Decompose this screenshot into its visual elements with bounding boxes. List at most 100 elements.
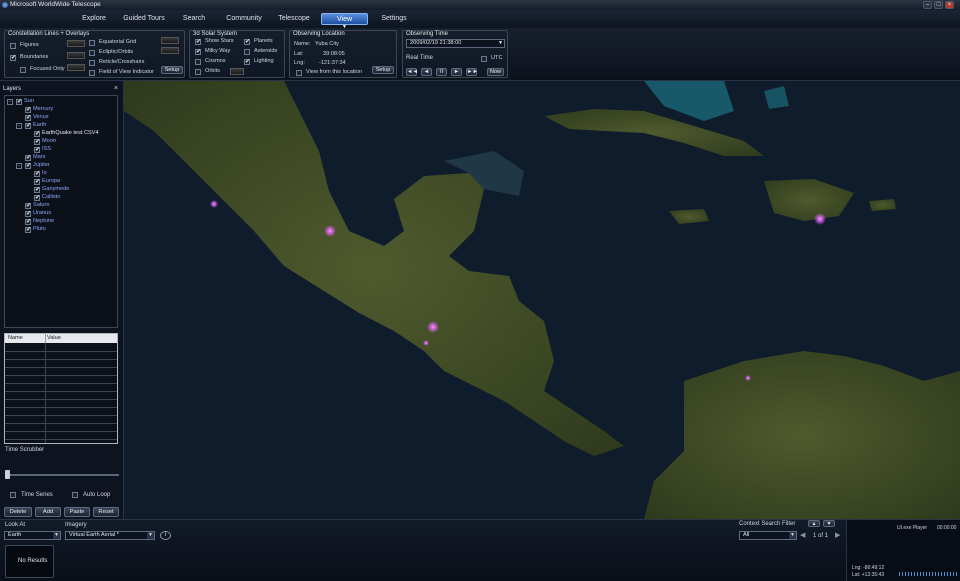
utc-checkbox[interactable] (481, 56, 487, 62)
layer-visibility-checkbox[interactable] (25, 154, 31, 161)
layer-visibility-checkbox[interactable] (16, 98, 22, 105)
lighting-checkbox[interactable] (244, 58, 250, 65)
layer-tree-item[interactable]: EarthQuake test CSV4 (5, 130, 117, 138)
layer-visibility-checkbox[interactable] (25, 218, 31, 225)
layer-tree-item[interactable]: Mars (5, 154, 117, 162)
auto-loop-checkbox[interactable] (72, 492, 78, 498)
orbits-checkbox[interactable] (195, 69, 201, 75)
forward-button[interactable]: ► (451, 68, 462, 76)
calendar-dropdown-icon[interactable]: ▼ (498, 40, 503, 47)
reset-layer-button[interactable]: Reset (93, 507, 119, 517)
expand-collapse-icon[interactable]: - (16, 123, 22, 129)
next-page-icon[interactable]: ▶ (835, 531, 840, 539)
layer-tree-item[interactable]: - Sun (5, 98, 117, 106)
layer-tree-item[interactable]: Saturn (5, 202, 117, 210)
tab-guided-tours[interactable]: Guided Tours (120, 13, 168, 25)
constellation-setup-button[interactable]: Setup (161, 66, 183, 74)
layer-visibility-checkbox[interactable] (34, 194, 40, 201)
grid-color-swatch[interactable] (161, 37, 179, 44)
layer-visibility-checkbox[interactable] (25, 162, 31, 169)
delete-layer-button[interactable]: Delete (4, 507, 32, 517)
layer-tree-item[interactable]: - Earth (5, 122, 117, 130)
layer-visibility-checkbox[interactable] (34, 130, 40, 137)
imagery-dropdown[interactable]: Virtual Earth Aerial * ▼ (65, 531, 155, 540)
ecliptic-color-swatch[interactable] (161, 47, 179, 54)
layer-visibility-checkbox[interactable] (25, 210, 31, 217)
time-scrubber-thumb[interactable] (5, 470, 10, 479)
layer-tree-item[interactable]: Io (5, 170, 117, 178)
info-icon[interactable]: i (160, 531, 171, 540)
scroll-up-button[interactable]: ▲ (808, 520, 820, 527)
layer-tree-item[interactable]: Ganymede (5, 186, 117, 194)
now-button[interactable]: Now (487, 68, 504, 76)
ecliptic-orbits-checkbox[interactable] (89, 50, 95, 56)
tab-explore[interactable]: Explore (75, 13, 113, 25)
layer-visibility-checkbox[interactable] (34, 146, 40, 153)
layer-tree-item[interactable]: Venus (5, 114, 117, 122)
scroll-down-button[interactable]: ▼ (823, 520, 835, 527)
earth-map-view[interactable] (124, 81, 960, 519)
expand-collapse-icon[interactable]: - (16, 163, 22, 169)
layer-properties-grid[interactable]: Name Value (4, 333, 118, 444)
layer-tree-item[interactable]: Mercury (5, 106, 117, 114)
expand-collapse-icon[interactable]: - (7, 99, 13, 105)
tab-community[interactable]: Community (222, 13, 266, 25)
layer-tree-item[interactable]: Moon (5, 138, 117, 146)
boundaries-color-swatch[interactable] (67, 52, 85, 59)
show-stars-checkbox[interactable] (195, 38, 201, 45)
equatorial-grid-checkbox[interactable] (89, 40, 95, 46)
asteroids-checkbox[interactable] (244, 49, 250, 55)
layer-visibility-checkbox[interactable] (25, 106, 31, 113)
layer-tree[interactable]: - Sun Mercury Venus - Earth EarthQuake test CS… (4, 95, 118, 328)
planets-checkbox[interactable] (244, 38, 250, 45)
orbits-color-swatch[interactable] (230, 68, 244, 75)
tab-telescope[interactable]: Telescope (273, 13, 315, 25)
layer-visibility-checkbox[interactable] (34, 138, 40, 145)
layer-tree-item[interactable]: ISS (5, 146, 117, 154)
figures-color-swatch[interactable] (67, 40, 85, 47)
fast-reverse-button[interactable]: ◄◄ (406, 68, 418, 76)
fov-indicator-checkbox[interactable] (89, 70, 95, 76)
fast-forward-button[interactable]: ►► (466, 68, 478, 76)
layers-close-icon[interactable]: × (114, 85, 118, 92)
look-at-dropdown[interactable]: Earth ▼ (4, 531, 61, 540)
layer-visibility-checkbox[interactable] (34, 178, 40, 185)
layer-visibility-checkbox[interactable] (34, 170, 40, 177)
focused-color-swatch[interactable] (67, 64, 85, 71)
figures-checkbox[interactable] (10, 43, 16, 49)
maximize-button[interactable]: □ (934, 1, 943, 9)
context-filter-dropdown[interactable]: All ▼ (739, 531, 797, 540)
layer-tree-item[interactable]: Neptune (5, 218, 117, 226)
reverse-button[interactable]: ◄ (421, 68, 432, 76)
tab-search[interactable]: Search (176, 13, 212, 25)
pause-button[interactable]: II (436, 68, 447, 76)
previous-page-icon[interactable]: ◀ (800, 531, 805, 539)
layer-visibility-checkbox[interactable] (25, 122, 31, 129)
cosmos-checkbox[interactable] (195, 59, 201, 65)
reticle-checkbox[interactable] (89, 60, 95, 66)
add-layer-button[interactable]: Add (35, 507, 61, 517)
time-series-checkbox[interactable] (10, 492, 16, 498)
focused-only-checkbox[interactable] (20, 67, 26, 73)
layer-tree-item[interactable]: Pluto (5, 226, 117, 234)
layer-visibility-checkbox[interactable] (25, 114, 31, 121)
layer-tree-label: Mercury (33, 106, 54, 112)
layer-tree-item[interactable]: Europa (5, 178, 117, 186)
layer-tree-item[interactable]: Callisto (5, 194, 117, 202)
location-setup-button[interactable]: Setup (372, 66, 394, 74)
tab-settings[interactable]: Settings (376, 13, 412, 25)
layer-tree-item[interactable]: Uranus (5, 210, 117, 218)
layer-visibility-checkbox[interactable] (25, 202, 31, 209)
lighting-label: Lighting (254, 58, 274, 64)
milky-way-checkbox[interactable] (195, 48, 201, 55)
boundaries-checkbox[interactable] (10, 54, 16, 61)
layer-visibility-checkbox[interactable] (34, 186, 40, 193)
time-scrubber-track[interactable] (5, 474, 119, 476)
paste-layer-button[interactable]: Paste (64, 507, 90, 517)
layer-visibility-checkbox[interactable] (25, 226, 31, 233)
view-from-location-checkbox[interactable] (296, 70, 302, 76)
datetime-picker[interactable]: 2009/02/19 21:38:00 ▼ (406, 39, 505, 48)
layer-tree-item[interactable]: - Jupiter (5, 162, 117, 170)
minimize-button[interactable]: – (923, 1, 932, 9)
close-button[interactable]: × (945, 1, 954, 9)
